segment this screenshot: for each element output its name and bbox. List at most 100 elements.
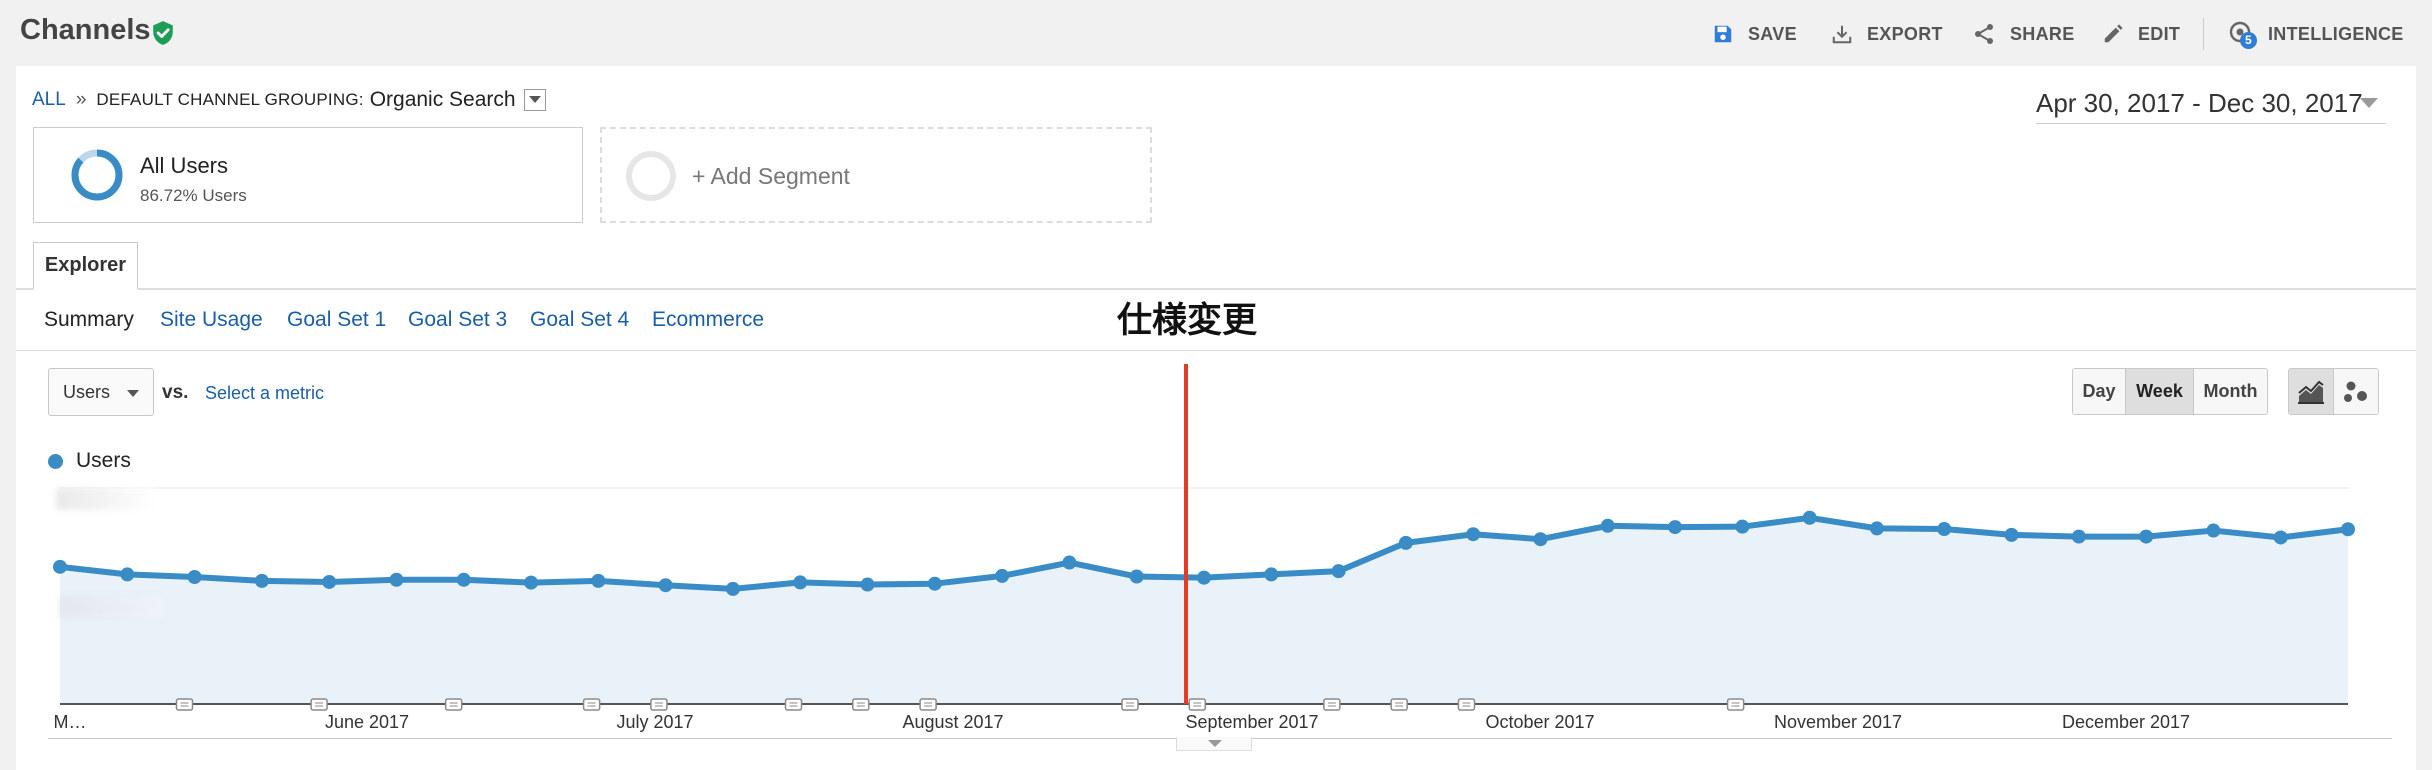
caret-down-icon xyxy=(528,96,541,103)
legend-series-name: Users xyxy=(76,449,131,472)
notification-badge: 5 xyxy=(2240,32,2257,49)
data-point-users[interactable] xyxy=(2139,529,2154,544)
data-point-users[interactable] xyxy=(1129,569,1144,584)
tab-explorer[interactable]: Explorer xyxy=(33,242,138,290)
edit-icon xyxy=(2104,24,2123,43)
data-point-users[interactable] xyxy=(995,568,1010,583)
add-segment-button[interactable]: + Add Segment xyxy=(600,127,1152,223)
page-title: Channels xyxy=(20,14,151,46)
subtab-ecommerce[interactable]: Ecommerce xyxy=(652,308,764,332)
breadcrumb-dropdown[interactable] xyxy=(523,89,546,111)
metric-select-value: Users xyxy=(63,382,111,402)
save-button[interactable]: SAVE xyxy=(1712,20,1797,48)
data-point-users[interactable] xyxy=(860,577,875,592)
share-button[interactable]: SHARE xyxy=(1972,20,2075,48)
period-week-button[interactable]: Week xyxy=(2126,369,2194,414)
data-point-users[interactable] xyxy=(456,572,471,587)
data-point-users[interactable] xyxy=(1802,510,1817,525)
x-axis-tick-label: July 2017 xyxy=(616,712,693,732)
share-label: SHARE xyxy=(2010,23,2075,44)
data-point-users[interactable] xyxy=(1398,535,1413,550)
subtab-goal-set-1[interactable]: Goal Set 1 xyxy=(287,308,386,332)
collapse-chart-toggle[interactable] xyxy=(1176,737,1252,751)
breadcrumb: ALL » DEFAULT CHANNEL GROUPING: Organic … xyxy=(32,88,546,112)
data-point-users[interactable] xyxy=(53,559,67,574)
data-point-users[interactable] xyxy=(2206,523,2221,538)
annotation-note-icon[interactable] xyxy=(852,698,870,711)
motion-chart-button[interactable] xyxy=(2333,369,2378,414)
annotation-note-icon[interactable] xyxy=(310,698,328,711)
annotation-note-icon[interactable] xyxy=(650,698,668,711)
data-point-users[interactable] xyxy=(793,575,808,590)
data-point-users[interactable] xyxy=(658,578,673,593)
tab-divider xyxy=(16,288,2416,290)
annotation-note-icon[interactable] xyxy=(1390,698,1408,711)
line-chart-button[interactable] xyxy=(2289,369,2334,414)
period-day-button[interactable]: Day xyxy=(2073,369,2126,414)
annotation-note-icon[interactable] xyxy=(919,698,937,711)
data-point-users[interactable] xyxy=(322,574,337,589)
data-point-users[interactable] xyxy=(389,572,404,587)
annotation-note-icon[interactable] xyxy=(1323,698,1341,711)
data-point-users[interactable] xyxy=(927,576,942,591)
data-point-users[interactable] xyxy=(1668,520,1683,535)
redacted-y-axis-label xyxy=(60,596,164,618)
data-point-users[interactable] xyxy=(1869,521,1884,536)
data-point-users[interactable] xyxy=(1466,527,1481,542)
intelligence-button[interactable]: 5 INTELLIGENCE xyxy=(2228,20,2404,49)
annotation-note-icon[interactable] xyxy=(1188,698,1207,711)
data-point-users[interactable] xyxy=(591,573,606,588)
segment-card-all-users[interactable]: All Users 86.72% Users xyxy=(33,127,583,223)
export-button[interactable]: EXPORT xyxy=(1831,20,1943,48)
redacted-y-axis-label xyxy=(56,488,156,510)
data-point-users[interactable] xyxy=(1600,518,1615,533)
data-point-users[interactable] xyxy=(187,569,202,584)
data-point-users[interactable] xyxy=(2273,530,2288,545)
data-point-users[interactable] xyxy=(1533,532,1548,547)
verified-shield-icon xyxy=(153,21,173,45)
select-metric-link[interactable]: Select a metric xyxy=(205,383,324,404)
data-point-users[interactable] xyxy=(1197,570,1211,585)
data-point-users[interactable] xyxy=(120,567,135,582)
breadcrumb-all-link[interactable]: ALL xyxy=(32,89,66,111)
data-point-users[interactable] xyxy=(254,573,269,588)
add-segment-label: + Add Segment xyxy=(692,163,850,189)
annotation-note-icon[interactable] xyxy=(1726,698,1745,711)
chevron-down-icon xyxy=(1208,740,1222,747)
segment-ring-icon xyxy=(71,149,123,201)
annotation-note-icon[interactable] xyxy=(784,698,803,711)
annotation-note-icon[interactable] xyxy=(444,698,463,711)
motion-chart-icon xyxy=(2343,381,2367,402)
annotation-note-icon[interactable] xyxy=(1121,698,1139,711)
data-point-users[interactable] xyxy=(1331,564,1346,579)
subtab-goal-set-3[interactable]: Goal Set 3 xyxy=(408,308,507,332)
caret-down-icon xyxy=(127,390,139,397)
share-icon xyxy=(1975,24,1993,44)
save-icon xyxy=(1714,25,1732,43)
data-point-users[interactable] xyxy=(2071,529,2086,544)
data-point-users[interactable] xyxy=(1937,522,1952,537)
data-point-users[interactable] xyxy=(524,575,539,590)
period-month-button[interactable]: Month xyxy=(2194,369,2267,414)
annotation-note-icon[interactable] xyxy=(175,698,194,711)
data-point-users[interactable] xyxy=(1062,555,1077,570)
export-label: EXPORT xyxy=(1867,23,1943,44)
data-point-users[interactable] xyxy=(2341,522,2355,537)
edit-button[interactable]: EDIT xyxy=(2102,20,2180,48)
metric-select[interactable]: Users xyxy=(48,368,154,416)
data-point-users[interactable] xyxy=(725,581,740,596)
data-point-users[interactable] xyxy=(2004,527,2019,542)
date-range-picker[interactable]: Apr 30, 2017 - Dec 30, 2017 xyxy=(2036,88,2386,124)
x-axis-tick-label: November 2017 xyxy=(1774,712,1902,732)
data-point-users[interactable] xyxy=(1735,519,1750,534)
subtab-site-usage[interactable]: Site Usage xyxy=(160,308,263,332)
x-axis-tick-label: June 2017 xyxy=(325,712,409,732)
annotation-note-icon[interactable] xyxy=(582,698,601,711)
toolbar-divider xyxy=(2203,18,2204,50)
data-point-users[interactable] xyxy=(1264,567,1279,582)
vs-label: vs. xyxy=(162,382,189,403)
subtab-goal-set-4[interactable]: Goal Set 4 xyxy=(530,308,629,332)
breadcrumb-separator: » xyxy=(75,89,87,110)
annotation-note-icon[interactable] xyxy=(1457,698,1476,711)
subtab-summary[interactable]: Summary xyxy=(44,308,134,332)
